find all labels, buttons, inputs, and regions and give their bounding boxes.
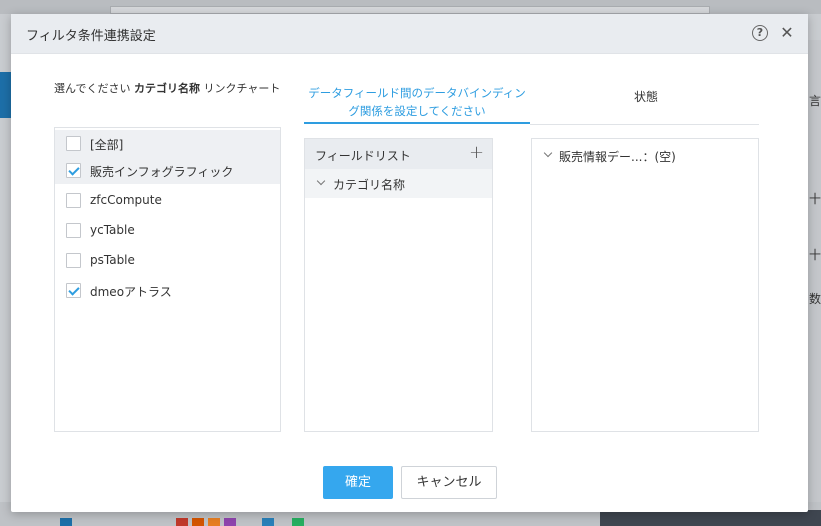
list-item-dmeo-atlas[interactable]: dmeoアトラス: [55, 277, 280, 304]
chevron-down-icon[interactable]: [316, 176, 326, 186]
checkbox-zfccompute[interactable]: [66, 193, 81, 208]
background-chart-bar: [60, 518, 72, 526]
checkbox-dmeo-atlas[interactable]: [66, 283, 81, 298]
background-chart-bar: [224, 518, 236, 526]
field-list-header: フィールドリスト +: [305, 139, 492, 169]
tab-data-binding[interactable]: データフィールド間のデータバインディング関係を設定してください: [304, 82, 530, 124]
binding-state-panel: 販売情報デー...：(空): [531, 138, 759, 432]
list-item-yctable[interactable]: ycTable: [55, 217, 280, 244]
link-chart-list: [全部] 販売インフォグラフィック zfcCompute ycTable psT…: [54, 127, 281, 432]
confirm-button[interactable]: 確定: [323, 466, 393, 499]
link-chart-label-field: カテゴリ名称: [133, 82, 200, 95]
list-item-label: [全部]: [90, 138, 124, 152]
filter-link-dialog: フィルタ条件連携設定 ? ✕ 選んでください カテゴリ名称 リンクチャート [全…: [11, 14, 808, 512]
background-right-text-3: 十: [809, 248, 821, 262]
list-item-label: zfcCompute: [90, 193, 162, 207]
checkbox-yctable[interactable]: [66, 223, 81, 238]
list-item-pstable[interactable]: psTable: [55, 247, 280, 274]
background-right-text-4: 数: [809, 292, 821, 306]
list-item-label: 販売インフォグラフィック: [90, 165, 234, 179]
list-item-zfccompute[interactable]: zfcCompute: [55, 187, 280, 214]
background-toolbar: [110, 6, 710, 14]
field-item-category-name[interactable]: カテゴリ名称: [305, 169, 492, 198]
checkbox-sales-infographic[interactable]: [66, 163, 81, 178]
tab-state[interactable]: 状態: [611, 88, 681, 105]
checkbox-all[interactable]: [66, 136, 81, 151]
background-right-text-2: 十: [809, 192, 821, 206]
background-right-text-1: 言: [809, 94, 821, 108]
background-dark-panel: [600, 510, 821, 526]
background-chart-bar: [176, 518, 188, 526]
field-item-label: カテゴリ名称: [333, 178, 406, 192]
list-item-label: ycTable: [90, 223, 135, 237]
list-item-label: dmeoアトラス: [90, 285, 172, 299]
binding-state-item[interactable]: 販売情報デー...：(空): [559, 148, 676, 165]
background-chart-bar: [292, 518, 304, 526]
field-list-panel: フィールドリスト + カテゴリ名称: [304, 138, 493, 432]
chevron-down-icon[interactable]: [543, 148, 553, 158]
list-item-all[interactable]: [全部]: [55, 130, 280, 157]
help-icon[interactable]: ?: [752, 25, 768, 41]
add-field-icon[interactable]: +: [469, 142, 484, 163]
field-list-title: フィールドリスト: [315, 149, 411, 163]
link-chart-label: 選んでください カテゴリ名称 リンクチャート: [54, 82, 281, 95]
dialog-header: フィルタ条件連携設定 ? ✕: [11, 14, 808, 54]
cancel-button[interactable]: キャンセル: [401, 466, 497, 499]
dialog-title: フィルタ条件連携設定: [26, 29, 156, 44]
background-chart-bar: [208, 518, 220, 526]
background-right-column: [808, 40, 821, 526]
list-item-label: psTable: [90, 253, 135, 267]
background-chart-bar: [262, 518, 274, 526]
background-chart-bar: [192, 518, 204, 526]
close-icon[interactable]: ✕: [778, 23, 796, 43]
list-item-sales-infographic[interactable]: 販売インフォグラフィック: [55, 157, 280, 184]
checkbox-pstable[interactable]: [66, 253, 81, 268]
tab-divider: [530, 124, 759, 125]
